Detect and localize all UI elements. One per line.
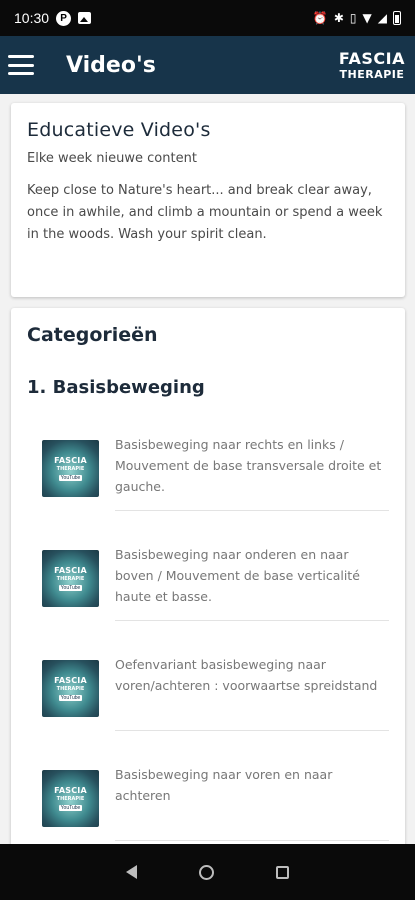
intro-title: Educatieve Video's [27, 119, 211, 141]
video-title: Basisbeweging naar voren en naar achtere… [115, 762, 389, 841]
signal-icon: ◢ [377, 11, 387, 25]
video-list-item[interactable]: FASCIA THERAPIE YouTube Basisbeweging na… [27, 762, 389, 844]
app-bar: Video's FASCIA THERAPIE [0, 36, 415, 94]
image-icon [78, 12, 92, 24]
video-list-item[interactable]: FASCIA THERAPIE YouTube Basisbeweging na… [27, 542, 389, 652]
video-title: Oefenvariant basisbeweging naar voren/ac… [115, 652, 389, 731]
page-title: Video's [66, 52, 156, 78]
video-thumbnail: FASCIA THERAPIE YouTube [42, 550, 99, 607]
scroll-content[interactable]: Educatieve Video's Elke week nieuwe cont… [0, 94, 415, 844]
thumbnail-logo-line2: THERAPIE [56, 686, 85, 692]
hamburger-menu-icon[interactable] [8, 55, 34, 75]
home-icon[interactable] [199, 864, 214, 880]
thumbnail-logo-line2: THERAPIE [56, 576, 85, 582]
youtube-badge-icon: YouTube [58, 805, 83, 811]
thumbnail-logo-line1: FASCIA [54, 566, 87, 575]
intro-subtitle: Elke week nieuwe content [27, 151, 197, 166]
status-bar: 10:30 P ⏰ ✱ ▯ ▼ ◢ [0, 0, 415, 36]
section-title: 1. Basisbeweging [27, 377, 205, 398]
brand-logo: FASCIA THERAPIE [338, 48, 405, 81]
video-list-item[interactable]: FASCIA THERAPIE YouTube Oefenvariant bas… [27, 652, 389, 762]
thumbnail-logo-line1: FASCIA [54, 786, 87, 795]
youtube-badge-icon: YouTube [58, 585, 83, 591]
brand-logo-line2: THERAPIE [339, 67, 405, 81]
categories-title: Categorieën [27, 324, 158, 346]
thumbnail-logo-line1: FASCIA [54, 676, 87, 685]
video-title: Basisbeweging naar rechts en links / Mou… [115, 432, 389, 511]
video-thumbnail: FASCIA THERAPIE YouTube [42, 440, 99, 497]
video-title: Basisbeweging naar onderen en naar boven… [115, 542, 389, 621]
video-thumbnail: FASCIA THERAPIE YouTube [42, 660, 99, 717]
intro-card: Educatieve Video's Elke week nieuwe cont… [11, 103, 405, 297]
bluetooth-icon: ✱ [333, 11, 344, 25]
alarm-icon: ⏰ [312, 11, 328, 25]
wifi-icon: ▼ [362, 11, 372, 25]
system-nav-bar [0, 844, 415, 900]
categories-card: Categorieën 1. Basisbeweging FASCIA THER… [11, 308, 405, 844]
video-list: FASCIA THERAPIE YouTube Basisbeweging na… [27, 432, 389, 844]
brand-logo-line1: FASCIA [338, 48, 405, 68]
recents-icon[interactable] [276, 865, 289, 879]
youtube-badge-icon: YouTube [58, 695, 83, 701]
vibrate-icon: ▯ [349, 11, 357, 25]
battery-icon [393, 11, 401, 25]
status-time: 10:30 [14, 10, 50, 26]
youtube-badge-icon: YouTube [58, 475, 83, 481]
p-badge-icon: P [56, 10, 72, 26]
video-list-item[interactable]: FASCIA THERAPIE YouTube Basisbeweging na… [27, 432, 389, 542]
intro-body: Keep close to Nature's heart... and brea… [27, 183, 383, 242]
thumbnail-logo-line1: FASCIA [54, 456, 87, 465]
back-icon[interactable] [126, 865, 137, 879]
thumbnail-logo-line2: THERAPIE [56, 796, 85, 802]
video-thumbnail: FASCIA THERAPIE YouTube [42, 770, 99, 827]
thumbnail-logo-line2: THERAPIE [56, 466, 85, 472]
